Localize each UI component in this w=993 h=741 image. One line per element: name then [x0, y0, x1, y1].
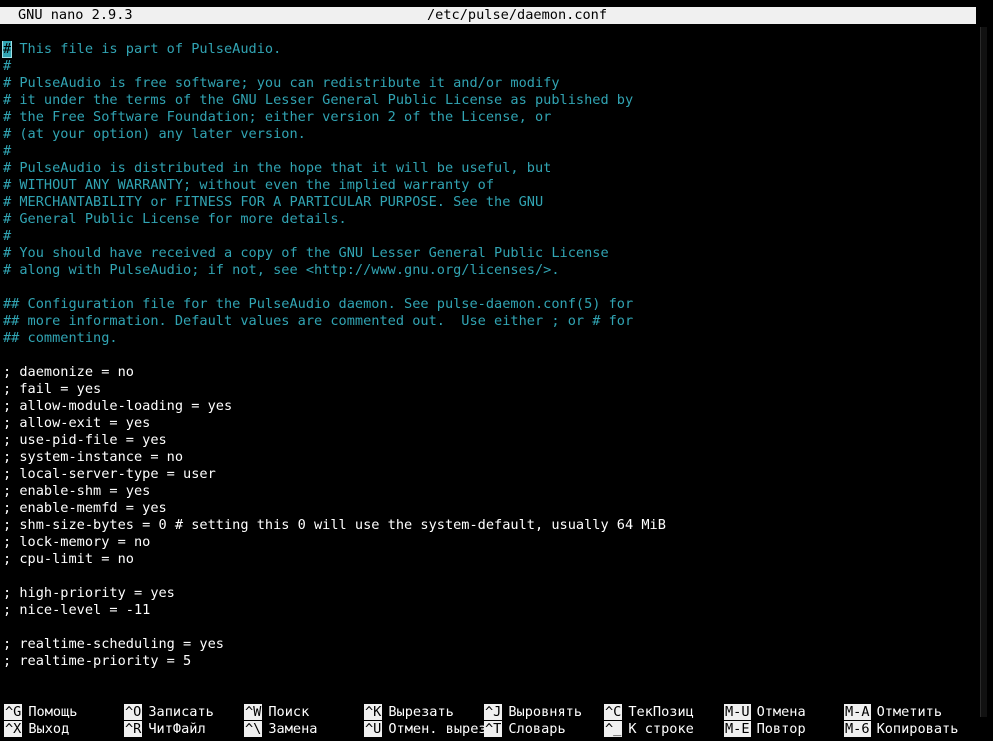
editor-line[interactable]: ; daemonize = no [0, 364, 976, 381]
editor-line[interactable]: ; enable-memfd = yes [0, 500, 976, 517]
editor-line[interactable]: ## Configuration file for the PulseAudio… [0, 296, 976, 313]
editor-line[interactable]: ; allow-module-loading = yes [0, 398, 976, 415]
editor-line[interactable]: # PulseAudio is distributed in the hope … [0, 160, 976, 177]
editor-line[interactable]: # [0, 228, 976, 245]
shortcut-item[interactable]: M-6 Копировать [844, 721, 958, 738]
shortcut-label: ЧитФайл [148, 721, 206, 737]
editor-line[interactable]: # This file is part of PulseAudio. [0, 41, 976, 58]
shortcut-item[interactable]: M-U Отмена [724, 704, 806, 721]
line-text: This file is part of PulseAudio. [11, 41, 282, 57]
shortcut-key: ^X [4, 721, 23, 737]
shortcut-item[interactable]: ^G Помощь [4, 704, 77, 721]
editor-line[interactable]: # (at your option) any later version. [0, 126, 976, 143]
editor-area[interactable]: # This file is part of PulseAudio. # # Pul… [0, 41, 976, 670]
shortcut-label: Повтор [756, 721, 806, 737]
shortcut-key: ^W [244, 704, 263, 720]
shortcut-bar: ^G Помощь ^O Записать ^W Поиск ^K Вырезать ^J Выр… [0, 704, 976, 738]
editor-line[interactable]: # You should have received a copy of the… [0, 245, 976, 262]
terminal-window: GNU nano 2.9.3 /etc/pulse/daemon.conf # … [0, 0, 993, 741]
shortcut-item[interactable]: ^J Выровнять [484, 704, 582, 721]
shortcut-key: ^C [604, 704, 623, 720]
shortcut-item[interactable]: ^K Вырезать [364, 704, 454, 721]
editor-line[interactable] [0, 347, 976, 364]
editor-line[interactable]: ; shm-size-bytes = 0 # setting this 0 wi… [0, 517, 976, 534]
editor-line[interactable]: ; cpu-limit = no [0, 551, 976, 568]
editor-line[interactable]: # WITHOUT ANY WARRANTY; without even the… [0, 177, 976, 194]
editor-line[interactable]: # it under the terms of the GNU Lesser G… [0, 92, 976, 109]
editor-line[interactable]: ; system-instance = no [0, 449, 976, 466]
shortcut-label: Записать [148, 704, 214, 720]
editor-line[interactable]: ; enable-shm = yes [0, 483, 976, 500]
editor-line[interactable]: ; lock-memory = no [0, 534, 976, 551]
shortcut-item[interactable]: ^X Выход [4, 721, 69, 738]
app-version: GNU nano 2.9.3 [18, 7, 133, 23]
shortcut-label: Замена [268, 721, 318, 737]
shortcut-label: Отмена [756, 704, 806, 720]
shortcut-key: ^U [364, 721, 383, 737]
shortcut-item[interactable]: ^W Поиск [244, 704, 309, 721]
editor-line[interactable]: # General Public License for more detail… [0, 211, 976, 228]
shortcut-label: ТекПозиц [628, 704, 694, 720]
editor-line[interactable]: # the Free Software Foundation; either v… [0, 109, 976, 126]
shortcut-item[interactable]: ^O Записать [124, 704, 214, 721]
shortcut-item[interactable]: ^R ЧитФайл [124, 721, 206, 738]
scrollbar-thumb[interactable] [980, 27, 987, 717]
editor-line[interactable]: ; realtime-scheduling = yes [0, 636, 976, 653]
scrollbar[interactable] [978, 7, 990, 741]
shortcut-key: ^J [484, 704, 503, 720]
editor-line[interactable]: ; allow-exit = yes [0, 415, 976, 432]
editor-line[interactable]: ; use-pid-file = yes [0, 432, 976, 449]
editor-line[interactable]: ## commenting. [0, 330, 976, 347]
shortcut-label: Поиск [268, 704, 310, 720]
shortcut-item[interactable]: ^C ТекПозиц [604, 704, 694, 721]
shortcut-key: ^\ [244, 721, 263, 737]
shortcut-label: Копировать [876, 721, 959, 737]
shortcut-label: Отмен. вырез [388, 721, 487, 737]
shortcut-label: Выход [28, 721, 70, 737]
editor-line[interactable]: # MERCHANTABILITY or FITNESS FOR A PARTI… [0, 194, 976, 211]
editor-line[interactable]: # along with PulseAudio; if not, see <ht… [0, 262, 976, 279]
shortcut-item[interactable]: ^U Отмен. вырез [364, 721, 487, 738]
shortcut-key: ^O [124, 704, 143, 720]
editor-line[interactable]: # [0, 58, 976, 75]
editor-line[interactable] [0, 279, 976, 296]
shortcut-label: Отметить [876, 704, 943, 720]
shortcut-label: Словарь [508, 721, 566, 737]
editor-line[interactable]: ; fail = yes [0, 381, 976, 398]
shortcut-key: ^K [364, 704, 383, 720]
shortcut-label: Помощь [28, 704, 78, 720]
shortcut-label: К строке [628, 721, 694, 737]
shortcut-item[interactable]: ^_ К строке [604, 721, 694, 738]
shortcut-key: M-6 [844, 721, 871, 737]
editor-line[interactable] [0, 619, 976, 636]
editor-line[interactable]: ## more information. Default values are … [0, 313, 976, 330]
shortcut-item[interactable]: ^T Словарь [484, 721, 566, 738]
editor-line[interactable]: ; nice-level = -11 [0, 602, 976, 619]
shortcut-item[interactable]: M-A Отметить [844, 704, 942, 721]
shortcut-item[interactable]: M-E Повтор [724, 721, 806, 738]
editor-line[interactable]: ; high-priority = yes [0, 585, 976, 602]
editor-line[interactable] [0, 568, 976, 585]
editor-line[interactable]: ; realtime-priority = 5 [0, 653, 976, 670]
shortcut-key: ^G [4, 704, 23, 720]
editor-line[interactable]: ; local-server-type = user [0, 466, 976, 483]
nano-titlebar: GNU nano 2.9.3 /etc/pulse/daemon.conf [0, 7, 976, 24]
shortcut-key: M-E [724, 721, 751, 737]
text-cursor: # [1, 41, 13, 58]
editor-line[interactable]: # PulseAudio is free software; you can r… [0, 75, 976, 92]
shortcut-label: Вырезать [388, 704, 454, 720]
shortcut-key: ^R [124, 721, 143, 737]
shortcut-key: ^T [484, 721, 503, 737]
shortcut-key: ^_ [604, 721, 623, 737]
shortcut-key: M-A [844, 704, 871, 720]
shortcut-item[interactable]: ^\ Замена [244, 721, 317, 738]
shortcut-key: M-U [724, 704, 751, 720]
file-path: /etc/pulse/daemon.conf [427, 7, 608, 23]
editor-line[interactable]: # [0, 143, 976, 160]
shortcut-label: Выровнять [508, 704, 583, 720]
